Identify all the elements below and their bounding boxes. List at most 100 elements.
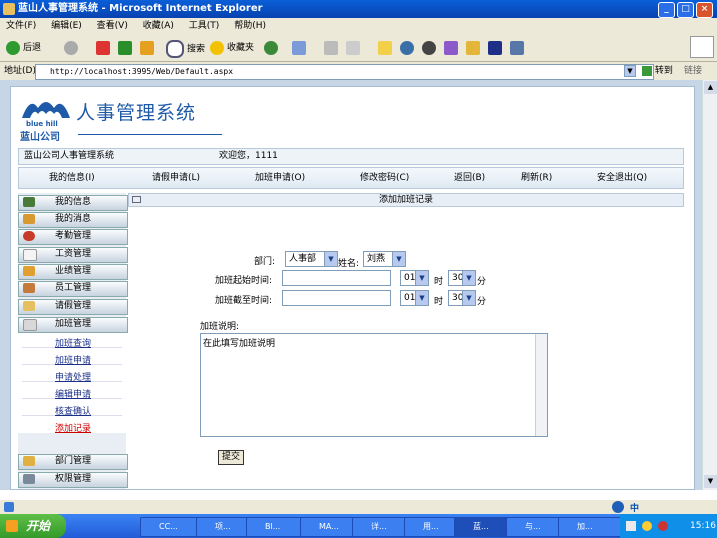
- windows-flag-icon: [6, 520, 18, 532]
- menu-bar: 文件(F) 编辑(E) 查看(V) 收藏(A) 工具(T) 帮助(H): [0, 18, 717, 34]
- dept-select[interactable]: 人事部 ▼: [285, 251, 338, 267]
- keyboard-icon[interactable]: [626, 521, 636, 531]
- clock-time[interactable]: 15:16: [690, 514, 716, 538]
- submenu-edit-request[interactable]: 编辑申请: [55, 387, 91, 400]
- clock-icon: [23, 231, 35, 241]
- research-icon: [400, 40, 414, 55]
- sidebar-item-salary[interactable]: 工资管理: [18, 247, 128, 263]
- maximize-button[interactable]: □: [677, 2, 694, 18]
- tool-button-4[interactable]: [510, 40, 527, 56]
- nav-refresh[interactable]: 刷新(R): [521, 168, 552, 188]
- submenu-overtime-apply[interactable]: 加班申请: [55, 353, 91, 366]
- minimize-button[interactable]: _: [658, 2, 675, 18]
- sidebar-item-attendance[interactable]: 考勤管理: [18, 229, 128, 245]
- minute-unit: 分: [477, 297, 487, 307]
- menu-tools[interactable]: 工具(T): [189, 21, 220, 31]
- info-bar: 蓝山公司人事管理系统 欢迎您，1111: [18, 148, 684, 165]
- start-minute-select[interactable]: 30 ▼: [448, 270, 476, 286]
- textarea-scrollbar[interactable]: [535, 334, 547, 436]
- chevron-down-icon: ▼: [462, 291, 475, 305]
- end-date-input[interactable]: [282, 290, 391, 306]
- folder-icon: [378, 40, 392, 55]
- edit-button[interactable]: [346, 40, 363, 56]
- security-icon[interactable]: [658, 521, 668, 531]
- site-header: blue hill 蓝山公司 人事管理系统: [18, 92, 684, 146]
- menu-view[interactable]: 查看(V): [97, 21, 128, 31]
- menu-favorites[interactable]: 收藏(A): [143, 21, 174, 31]
- scroll-down-icon[interactable]: ▼: [704, 475, 717, 488]
- description-label: 加班说明:: [200, 322, 240, 332]
- close-tool-button[interactable]: [422, 40, 439, 56]
- menu-edit[interactable]: 编辑(E): [51, 21, 82, 31]
- go-button[interactable]: 转到: [642, 62, 673, 80]
- back-button[interactable]: 后退: [6, 40, 41, 56]
- close-button[interactable]: ×: [696, 2, 713, 18]
- sidebar-item-departments[interactable]: 部门管理: [18, 454, 128, 470]
- mail-button[interactable]: [292, 40, 309, 56]
- submit-button[interactable]: 提交: [218, 450, 244, 465]
- logo-text: blue hill: [26, 120, 58, 128]
- forward-button[interactable]: [64, 40, 81, 56]
- sidebar-item-my-info[interactable]: 我的信息: [18, 195, 128, 211]
- status-bar: 中: [0, 500, 717, 514]
- nav-my-info[interactable]: 我的信息(I): [49, 168, 95, 188]
- vertical-scrollbar[interactable]: ▲ ▼: [702, 80, 717, 490]
- favorites-button[interactable]: 收藏夹: [210, 40, 254, 56]
- scroll-up-icon[interactable]: ▲: [704, 81, 717, 94]
- refresh-button[interactable]: [118, 40, 135, 56]
- forward-arrow-icon: [64, 40, 78, 55]
- home-button[interactable]: [140, 40, 157, 56]
- tool-button-1[interactable]: [444, 40, 461, 56]
- name-select[interactable]: 刘燕 ▼: [363, 251, 406, 267]
- messenger-button[interactable]: [378, 40, 395, 56]
- sidebar-item-leave[interactable]: 请假管理: [18, 299, 128, 315]
- sidebar-item-employees[interactable]: 员工管理: [18, 281, 128, 297]
- ie-icon: [3, 3, 15, 15]
- submenu-process-request[interactable]: 申请处理: [55, 370, 91, 383]
- tool-button-2[interactable]: [466, 40, 483, 56]
- submenu-verify[interactable]: 核查确认: [55, 404, 91, 417]
- hour-unit: 时: [434, 277, 444, 287]
- folder-icon: [23, 456, 35, 466]
- description-textarea[interactable]: 在此填写加班说明: [200, 333, 548, 437]
- history-button[interactable]: [264, 40, 281, 56]
- nav-back[interactable]: 返回(B): [454, 168, 485, 188]
- search-button[interactable]: 搜索: [166, 40, 205, 58]
- links-button[interactable]: 链接: [684, 62, 702, 80]
- name-label: 姓名:: [338, 259, 360, 269]
- bookmark-icon: [466, 40, 480, 55]
- sidebar-item-permissions[interactable]: 权限管理: [18, 472, 128, 488]
- top-nav: 我的信息(I) 请假申请(L) 加班申请(O) 修改密码(C) 返回(B) 刷新…: [18, 167, 684, 189]
- sidebar-item-my-messages[interactable]: 我的消息: [18, 212, 128, 228]
- end-minute-select[interactable]: 30 ▼: [448, 290, 476, 306]
- edit-icon: [346, 40, 360, 55]
- nav-logout[interactable]: 安全退出(Q): [597, 168, 647, 188]
- nav-overtime-request[interactable]: 加班申请(O): [255, 168, 305, 188]
- nav-change-password[interactable]: 修改密码(C): [360, 168, 409, 188]
- system-tray: 15:16: [620, 514, 717, 538]
- network-icon[interactable]: [642, 521, 652, 531]
- sidebar-item-overtime[interactable]: 加班管理: [18, 317, 128, 333]
- window-icon: [488, 40, 502, 55]
- tool-button-3[interactable]: [488, 40, 505, 56]
- nav-leave-request[interactable]: 请假申请(L): [152, 168, 200, 188]
- submenu-add-record[interactable]: 添加记录: [55, 421, 91, 434]
- content-header: 添加加班记录: [128, 193, 684, 207]
- print-button[interactable]: [324, 40, 341, 56]
- start-hour-select[interactable]: 01 ▼: [400, 270, 429, 286]
- sidebar-item-performance[interactable]: 业绩管理: [18, 264, 128, 280]
- start-button[interactable]: 开始: [0, 514, 66, 538]
- stop-button[interactable]: [96, 40, 113, 56]
- submenu-overtime-query[interactable]: 加班查询: [55, 336, 91, 349]
- address-input[interactable]: http://localhost:3995/Web/Default.aspx: [35, 64, 654, 80]
- end-hour-select[interactable]: 01 ▼: [400, 290, 429, 306]
- people-icon: [23, 283, 35, 293]
- start-date-input[interactable]: [282, 270, 391, 286]
- research-button[interactable]: [400, 40, 417, 56]
- menu-help[interactable]: 帮助(H): [234, 21, 266, 31]
- chevron-down-icon: ▼: [324, 252, 337, 266]
- address-dropdown-icon[interactable]: ▼: [624, 65, 636, 77]
- menu-file[interactable]: 文件(F): [6, 21, 36, 31]
- chevron-down-icon: ▼: [392, 252, 405, 266]
- windows-logo: [690, 36, 714, 58]
